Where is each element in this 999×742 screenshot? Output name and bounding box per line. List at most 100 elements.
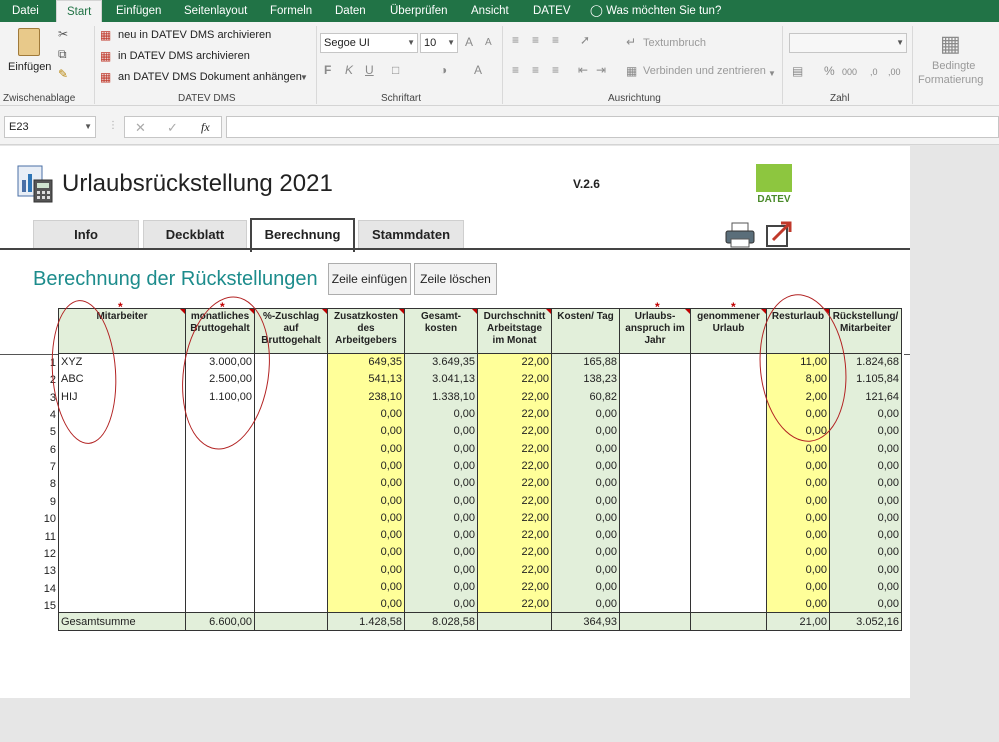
table-cell[interactable]: 0,00 (327, 595, 405, 613)
table-cell[interactable]: 0,00 (327, 526, 405, 544)
table-cell[interactable]: 0,00 (551, 439, 620, 458)
total-cell[interactable] (690, 612, 767, 631)
fill-color-icon[interactable]: ◑ (440, 63, 447, 77)
total-cell[interactable]: 6.600,00 (185, 612, 255, 631)
table-cell[interactable]: 0,00 (327, 405, 405, 423)
table-cell[interactable] (58, 561, 186, 579)
table-cell[interactable] (619, 543, 691, 562)
table-cell[interactable] (690, 422, 767, 440)
table-cell[interactable]: 138,23 (551, 370, 620, 389)
table-cell[interactable] (690, 388, 767, 406)
table-cell[interactable] (58, 543, 186, 562)
table-cell[interactable] (690, 353, 767, 371)
table-cell[interactable] (185, 457, 255, 475)
table-cell[interactable] (254, 543, 328, 562)
table-cell[interactable]: 0,00 (404, 509, 478, 527)
sheet-tab-info[interactable]: Info (33, 220, 139, 250)
table-cell[interactable] (58, 439, 186, 458)
indent-increase-icon[interactable]: ⇥ (596, 63, 606, 77)
table-cell[interactable]: 0,00 (829, 526, 902, 544)
table-cell[interactable]: 0,00 (766, 509, 830, 527)
sheet-tab-berechnung[interactable]: Berechnung (250, 218, 355, 252)
table-cell[interactable]: 0,00 (404, 457, 478, 475)
table-cell[interactable] (254, 509, 328, 527)
paste-button[interactable]: Einfügen (6, 26, 54, 84)
table-cell[interactable] (254, 526, 328, 544)
table-cell[interactable]: 0,00 (829, 561, 902, 579)
table-cell[interactable]: 0,00 (766, 474, 830, 492)
align-left-icon[interactable]: ≡ (512, 63, 519, 77)
table-cell[interactable]: 165,88 (551, 353, 620, 371)
table-cell[interactable] (690, 509, 767, 527)
table-cell[interactable]: 0,00 (404, 405, 478, 423)
table-cell[interactable]: 0,00 (327, 491, 405, 510)
tell-me-search[interactable]: ◯ Was möchten Sie tun? (590, 0, 721, 22)
table-cell[interactable] (58, 578, 186, 596)
table-cell[interactable]: 541,13 (327, 370, 405, 389)
table-cell[interactable]: 0,00 (829, 491, 902, 510)
tab-ansicht[interactable]: Ansicht (471, 0, 509, 22)
table-cell[interactable]: 0,00 (551, 457, 620, 475)
table-cell[interactable]: 0,00 (404, 561, 478, 579)
table-cell[interactable]: 0,00 (327, 422, 405, 440)
sheet-tab-deckblatt[interactable]: Deckblatt (143, 220, 247, 250)
table-cell[interactable] (58, 457, 186, 475)
table-cell[interactable] (690, 578, 767, 596)
align-middle-icon[interactable]: ≡ (532, 33, 539, 47)
table-cell[interactable] (619, 370, 691, 389)
total-cell[interactable]: 364,93 (551, 612, 620, 631)
total-cell[interactable]: Gesamtsumme (58, 612, 186, 631)
table-cell[interactable] (619, 491, 691, 510)
table-cell[interactable] (185, 474, 255, 492)
table-cell[interactable] (254, 405, 328, 423)
table-cell[interactable]: 0,00 (404, 578, 478, 596)
table-cell[interactable] (690, 491, 767, 510)
wrap-text-button[interactable]: Textumbruch (643, 37, 706, 49)
tab-start[interactable]: Start (56, 0, 103, 22)
table-cell[interactable] (619, 405, 691, 423)
insert-function-button[interactable]: fx (201, 120, 210, 135)
table-cell[interactable] (185, 578, 255, 596)
table-cell[interactable] (690, 526, 767, 544)
table-cell[interactable]: 0,00 (766, 561, 830, 579)
currency-icon[interactable]: ▤ (792, 64, 803, 78)
table-cell[interactable]: 22,00 (477, 370, 552, 389)
table-cell[interactable]: 0,00 (551, 578, 620, 596)
tab-daten[interactable]: Daten (335, 0, 366, 22)
table-cell[interactable] (619, 509, 691, 527)
tab-einfuegen[interactable]: Einfügen (116, 0, 161, 22)
table-cell[interactable]: 0,00 (829, 509, 902, 527)
font-size-select[interactable]: 10 ▼ (420, 33, 458, 53)
table-cell[interactable]: 0,00 (829, 543, 902, 562)
table-cell[interactable] (690, 561, 767, 579)
table-cell[interactable]: 0,00 (766, 578, 830, 596)
table-cell[interactable]: 649,35 (327, 353, 405, 371)
table-cell[interactable]: 0,00 (404, 439, 478, 458)
table-cell[interactable]: 0,00 (404, 543, 478, 562)
table-cell[interactable]: 22,00 (477, 439, 552, 458)
align-center-icon[interactable]: ≡ (532, 63, 539, 77)
table-cell[interactable]: 0,00 (766, 543, 830, 562)
printer-icon[interactable] (724, 222, 756, 248)
table-cell[interactable] (690, 439, 767, 458)
table-cell[interactable] (690, 370, 767, 389)
indent-decrease-icon[interactable]: ⇤ (578, 63, 588, 77)
table-cell[interactable]: 0,00 (551, 526, 620, 544)
chevron-down-icon[interactable]: ▼ (768, 67, 776, 81)
table-cell[interactable]: 0,00 (551, 474, 620, 492)
table-cell[interactable]: 0,00 (829, 422, 902, 440)
table-cell[interactable]: 0,00 (404, 474, 478, 492)
table-cell[interactable]: 3.041,13 (404, 370, 478, 389)
table-cell[interactable]: 238,10 (327, 388, 405, 406)
table-cell[interactable]: 22,00 (477, 578, 552, 596)
table-cell[interactable]: 0,00 (327, 561, 405, 579)
sheet-tab-stammdaten[interactable]: Stammdaten (358, 220, 464, 250)
delete-row-button[interactable]: Zeile löschen (414, 263, 497, 295)
orientation-icon[interactable]: ➚ (580, 33, 590, 47)
table-cell[interactable]: 22,00 (477, 388, 552, 406)
table-cell[interactable]: 0,00 (327, 439, 405, 458)
table-cell[interactable]: 0,00 (327, 474, 405, 492)
table-cell[interactable] (619, 422, 691, 440)
table-cell[interactable]: 0,00 (551, 405, 620, 423)
table-cell[interactable] (619, 578, 691, 596)
